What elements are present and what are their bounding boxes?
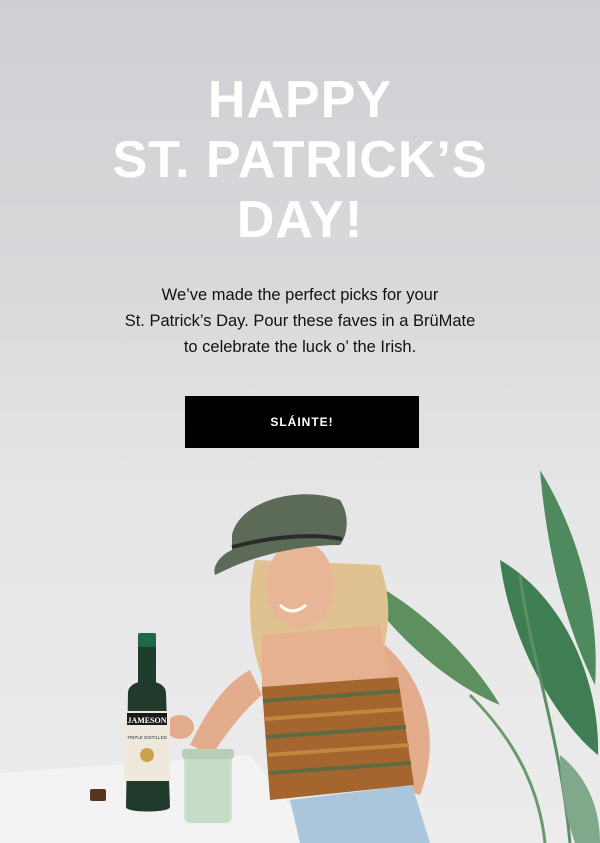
tumbler-icon xyxy=(182,749,234,823)
bottle-label: JAMESON xyxy=(127,716,166,725)
lifestyle-photo: JAMESON TRIPLE DISTILLED xyxy=(0,470,600,843)
headline-line-2: ST. PATRICK’S xyxy=(112,131,488,189)
hero-banner: HAPPY ST. PATRICK’S DAY! We’ve made the … xyxy=(0,0,600,843)
intro-line-2: St. Patrick’s Day. Pour these faves in a… xyxy=(124,312,476,330)
striped-top xyxy=(262,677,414,800)
bottle-cap-icon xyxy=(90,789,106,801)
slainte-button[interactable]: SLÁINTE! xyxy=(185,396,419,448)
intro-text: We’ve made the perfect picks for your St… xyxy=(0,282,600,360)
headline-line-3: DAY! xyxy=(236,191,364,249)
headline: HAPPY ST. PATRICK’S DAY! xyxy=(0,70,600,250)
bottle-sublabel: TRIPLE DISTILLED xyxy=(127,735,168,740)
intro-line-1: We’ve made the perfect picks for your xyxy=(161,286,439,304)
intro-line-3: to celebrate the luck o’ the Irish. xyxy=(183,338,417,356)
headline-line-1: HAPPY xyxy=(207,71,393,129)
whiskey-bottle-icon: JAMESON TRIPLE DISTILLED xyxy=(124,633,170,812)
